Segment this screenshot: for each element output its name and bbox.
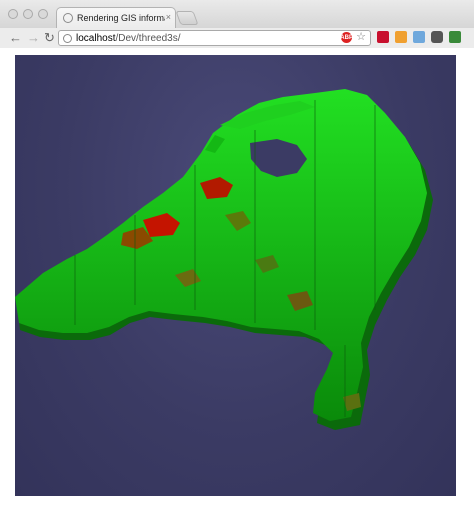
globe-icon bbox=[63, 33, 72, 43]
reload-icon[interactable]: ↻ bbox=[44, 30, 55, 46]
url-path: /Dev/threed3s/ bbox=[115, 32, 181, 44]
zoom-window-button[interactable] bbox=[38, 9, 48, 19]
netherlands-3d-map bbox=[15, 89, 433, 430]
window-controls bbox=[8, 9, 48, 19]
tab-active[interactable]: Rendering GIS information × bbox=[56, 7, 176, 28]
globe-icon bbox=[63, 13, 73, 23]
back-icon[interactable]: ← bbox=[9, 30, 22, 46]
extension-blue-icon[interactable] bbox=[413, 31, 425, 43]
bookmark-star-icon[interactable]: ☆ bbox=[356, 32, 366, 43]
webgl-canvas[interactable] bbox=[15, 55, 456, 496]
url-host: localhost bbox=[76, 32, 116, 44]
url-text: localhost/Dev/threed3s/ bbox=[76, 33, 181, 44]
browser-window: Rendering GIS information × ← → ↻ localh… bbox=[0, 0, 474, 517]
minimize-window-button[interactable] bbox=[23, 9, 33, 19]
new-tab-button[interactable] bbox=[175, 11, 199, 25]
address-bar[interactable]: localhost/Dev/threed3s/ ABP ☆ bbox=[58, 30, 371, 46]
close-window-button[interactable] bbox=[8, 9, 18, 19]
omnibox-icons: ABP ☆ bbox=[340, 32, 366, 43]
extension-orange-icon[interactable] bbox=[395, 31, 407, 43]
forward-icon[interactable]: → bbox=[27, 30, 40, 46]
tab-title: Rendering GIS information bbox=[77, 13, 165, 23]
pocket-icon[interactable] bbox=[431, 31, 443, 43]
extension-green-icon[interactable] bbox=[449, 31, 461, 43]
extension-red-icon[interactable] bbox=[377, 31, 389, 43]
title-bar: Rendering GIS information × bbox=[0, 0, 474, 28]
adblock-icon[interactable]: ABP bbox=[340, 32, 353, 43]
tab-close-icon[interactable]: × bbox=[166, 12, 171, 22]
toolbar: ← → ↻ localhost/Dev/threed3s/ ABP ☆ bbox=[0, 28, 474, 49]
